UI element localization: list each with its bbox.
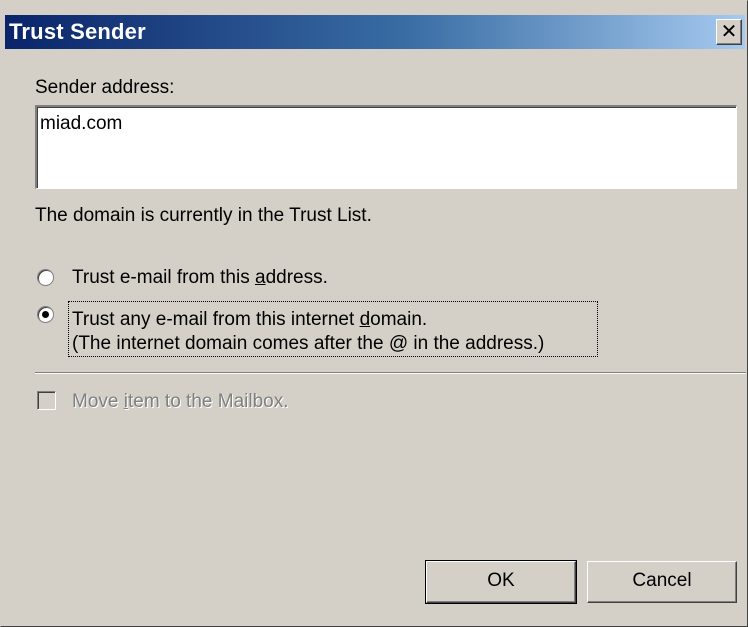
trust-domain-label-after: omain. [370, 309, 428, 330]
move-item-label-before: Move [72, 391, 124, 412]
sender-address-label: Sender address: [35, 77, 175, 98]
trust-domain-hint[interactable]: (The internet domain comes after the @ i… [72, 333, 544, 355]
close-icon: ✕ [720, 19, 738, 43]
dialog-title: Trust Sender [9, 19, 146, 44]
move-item-checkbox[interactable] [37, 391, 56, 410]
cancel-button[interactable]: Cancel [587, 561, 737, 603]
trust-address-radio[interactable] [37, 269, 54, 286]
trust-address-label-after: ddress. [265, 267, 328, 288]
trust-domain-label[interactable]: Trust any e-mail from this internet doma… [72, 309, 427, 331]
trust-domain-label-before: Trust any e-mail from this internet [72, 309, 360, 330]
move-item-label: Move item to the Mailbox. [72, 391, 289, 413]
trust-address-label-before: Trust e-mail from this [72, 267, 255, 288]
ok-button[interactable]: OK [425, 560, 577, 604]
move-item-label-after: tem to the Mailbox. [127, 391, 289, 412]
close-button[interactable]: ✕ [716, 19, 742, 45]
trust-address-label[interactable]: Trust e-mail from this address. [72, 267, 328, 289]
separator-line [35, 372, 746, 374]
sender-address-field[interactable]: miad.com [35, 105, 737, 189]
trust-address-accelerator: a [255, 267, 266, 288]
trust-sender-dialog: Trust Sender ✕ Sender address: miad.com … [0, 0, 748, 627]
trust-domain-radio[interactable] [37, 306, 54, 323]
sender-address-value: miad.com [40, 113, 123, 134]
trust-domain-accelerator: d [359, 309, 371, 330]
trust-status-text: The domain is currently in the Trust Lis… [35, 205, 372, 226]
title-bar: Trust Sender ✕ [5, 15, 745, 49]
